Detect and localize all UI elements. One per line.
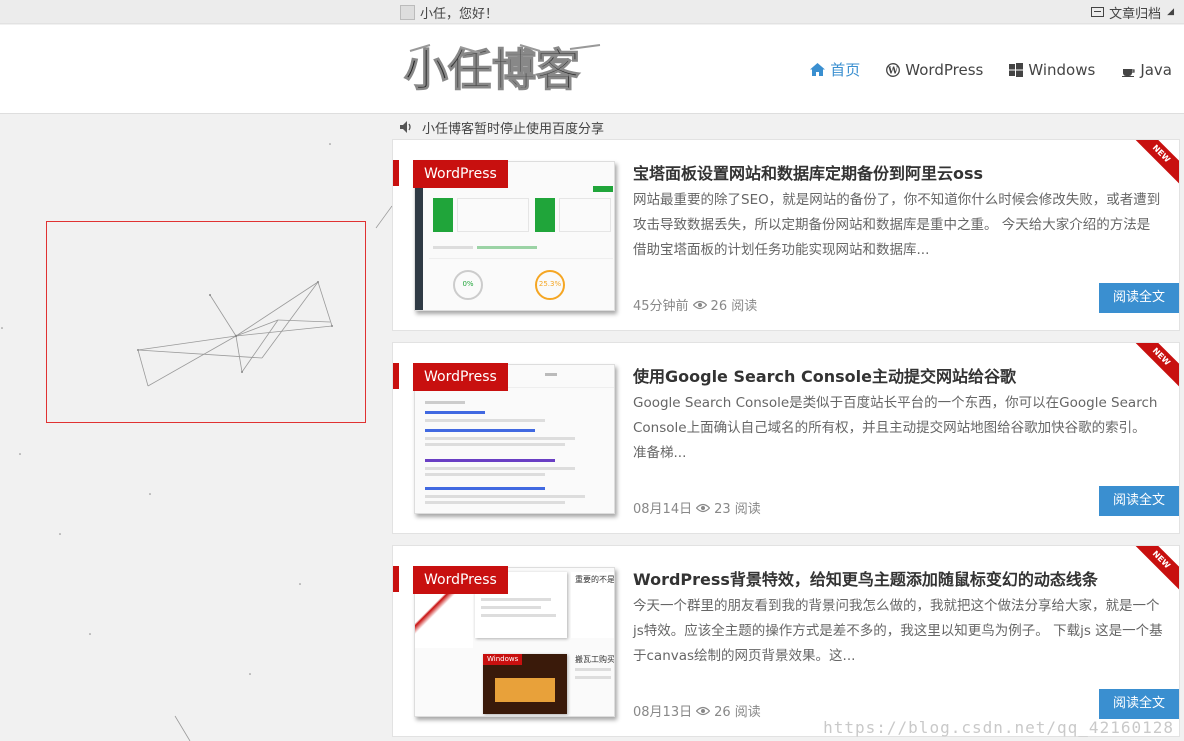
thumb-title-a: 重要的不是翻 <box>575 575 615 584</box>
post-card: WordPress 使用Google Search Console主动提交网站给… <box>392 342 1180 534</box>
post-views: 23 阅读 <box>714 502 761 517</box>
java-icon <box>1121 63 1135 77</box>
nav-item-windows[interactable]: Windows <box>1009 59 1095 80</box>
logo-graphic: 小任博客 <box>403 44 601 97</box>
nav-label-java: Java <box>1140 60 1172 79</box>
post-meta: 08月13日 26 阅读 <box>633 701 761 720</box>
category-label[interactable]: WordPress <box>413 363 508 391</box>
nav-item-home[interactable]: 首页 <box>810 59 860 80</box>
post-time: 45分钟前 <box>633 299 689 314</box>
caret-icon: ◢ <box>1167 7 1174 17</box>
svg-text:W: W <box>887 66 899 76</box>
thumb-cat: Windows <box>483 654 523 665</box>
category-flag <box>393 160 399 186</box>
background-line-canvas <box>1 143 392 741</box>
nav-item-java[interactable]: Java <box>1121 59 1172 80</box>
post-card: 0% 25.3% WordPress 宝塔面板设置网站和数据库定期备份到阿里云o… <box>392 139 1180 331</box>
category-label[interactable]: WordPress <box>413 160 508 188</box>
post-title[interactable]: 宝塔面板设置网站和数据库定期备份到阿里云oss <box>633 160 983 184</box>
post-views: 26 阅读 <box>714 705 761 720</box>
site-header: 小任博客 首页 W WordPress Windows Java <box>0 25 1184 114</box>
home-icon <box>810 63 826 76</box>
greeting-text: 小任，您好！ <box>420 6 499 22</box>
svg-text:小任博客: 小任博客 <box>404 45 580 95</box>
category-flag <box>393 566 399 592</box>
post-excerpt: 今天一个群里的朋友看到我的背景问我怎么做的，我就把这个做法分享给大家，就是一个j… <box>633 598 1163 664</box>
image-watermark: https://blog.csdn.net/qq_42160128 <box>823 718 1174 737</box>
eye-icon <box>696 706 711 716</box>
nav-label-home: 首页 <box>830 61 861 79</box>
post-title[interactable]: 使用Google Search Console主动提交网站给谷歌 <box>633 363 1016 387</box>
read-more-button[interactable]: 阅读全文 <box>1099 486 1179 516</box>
post-excerpt: Google Search Console是类似于百度站长平台的一个东西，你可以… <box>633 395 1158 461</box>
post-excerpt: 网站最重要的除了SEO，就是网站的备份了，你不知道你什么时候会修改失败，或者遭到… <box>633 192 1161 258</box>
top-bar: 小任，您好！ 文章归档 ◢ <box>0 0 1184 24</box>
post-meta: 45分钟前 26 阅读 <box>633 295 757 314</box>
speaker-icon <box>400 121 414 133</box>
announcement-bar: 小任博客暂时停止使用百度分享 <box>400 118 605 137</box>
read-more-button[interactable]: 阅读全文 <box>1099 283 1179 313</box>
avatar[interactable] <box>400 4 415 20</box>
post-title[interactable]: WordPress背景特效，给知更鸟主题添加随鼠标变幻的动态线条 <box>633 566 1098 590</box>
site-logo[interactable]: 小任博客 <box>400 41 612 97</box>
new-ribbon: NEW <box>1127 343 1179 391</box>
archive-link[interactable]: 文章归档 ◢ <box>1091 0 1174 24</box>
eye-icon <box>696 503 711 513</box>
category-flag <box>393 363 399 389</box>
thumb-status-a: 0% <box>462 280 474 288</box>
nav-label-wordpress: WordPress <box>905 60 984 79</box>
nav-label-windows: Windows <box>1028 60 1096 79</box>
archive-icon <box>1091 7 1105 17</box>
announcement-text: 小任博客暂时停止使用百度分享 <box>422 121 605 137</box>
new-ribbon: NEW <box>1127 546 1179 594</box>
post-card: 重要的不是翻 Windows 搬瓦工购买攻 WordPress WordPres… <box>392 545 1180 737</box>
new-ribbon: NEW <box>1127 140 1179 188</box>
post-views: 26 阅读 <box>710 299 758 314</box>
category-label[interactable]: WordPress <box>413 566 508 594</box>
archive-label: 文章归档 <box>1109 6 1162 22</box>
wordpress-icon: W <box>886 62 901 77</box>
post-meta: 08月14日 23 阅读 <box>633 498 761 517</box>
post-time: 08月13日 <box>633 705 693 720</box>
eye-icon <box>692 300 707 310</box>
read-more-button[interactable]: 阅读全文 <box>1099 689 1179 719</box>
nav-item-wordpress[interactable]: W WordPress <box>886 59 983 80</box>
windows-icon <box>1009 62 1024 77</box>
selection-rectangle <box>46 221 366 423</box>
post-time: 08月14日 <box>633 502 693 517</box>
thumb-status-b: 25.3% <box>538 280 562 288</box>
main-nav: 首页 W WordPress Windows Java <box>784 59 1172 80</box>
user-greeting[interactable]: 小任，您好！ <box>400 0 498 24</box>
thumb-title-b: 搬瓦工购买攻 <box>575 655 615 664</box>
